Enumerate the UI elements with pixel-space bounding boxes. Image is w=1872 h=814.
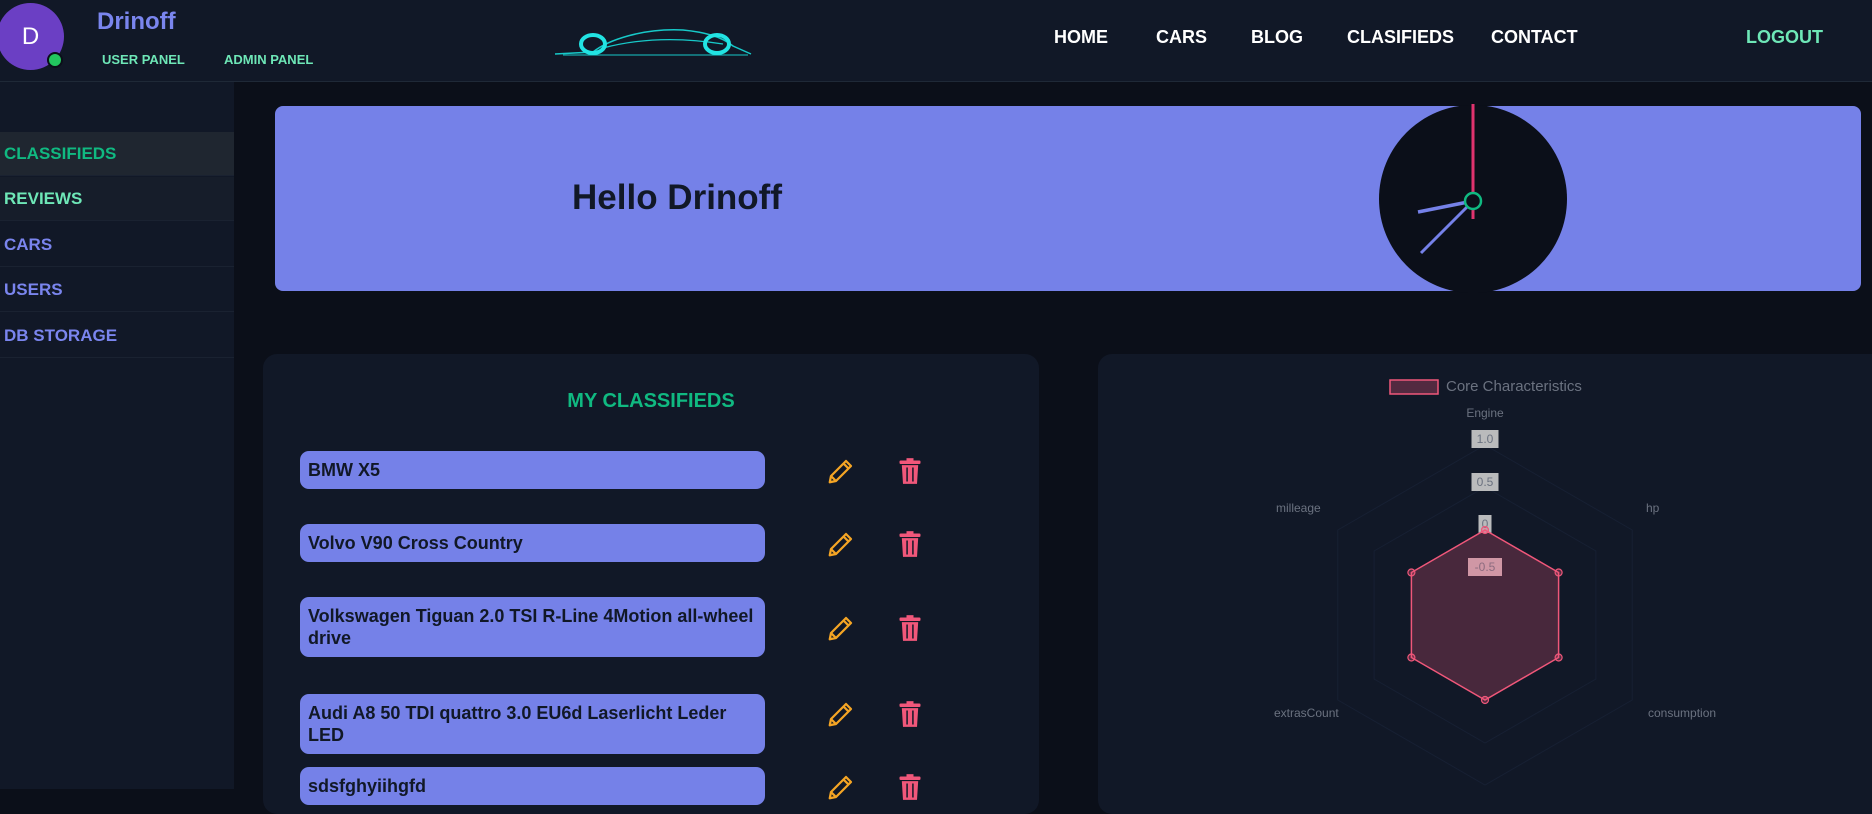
sidebar-item-db-storage[interactable]: DB STORAGE xyxy=(0,314,234,358)
sidebar-item-reviews[interactable]: REVIEWS xyxy=(0,177,234,221)
classified-item[interactable]: Volkswagen Tiguan 2.0 TSI R-Line 4Motion… xyxy=(300,597,765,657)
classified-item[interactable]: Audi A8 50 TDI quattro 3.0 EU6d Laserlic… xyxy=(300,694,765,754)
radar-tick-label: 1.0 xyxy=(1471,430,1499,448)
pencil-icon[interactable] xyxy=(826,613,856,643)
sidebar-item-cars[interactable]: CARS xyxy=(0,223,234,267)
top-navbar: D Drinoff USER PANEL ADMIN PANEL HOME CA… xyxy=(0,0,1872,82)
nav-contact[interactable]: CONTACT xyxy=(1491,27,1578,48)
pencil-icon[interactable] xyxy=(826,456,856,486)
trash-icon[interactable] xyxy=(896,530,924,558)
greeting-banner xyxy=(275,106,1861,291)
radar-axis-label: Engine xyxy=(1466,406,1504,420)
avatar-letter: D xyxy=(21,22,40,50)
nav-blog[interactable]: BLOG xyxy=(1251,27,1303,48)
radar-point xyxy=(1480,525,1490,535)
online-status-indicator xyxy=(47,52,63,68)
radar-axis-label: extrasCount xyxy=(1274,706,1339,720)
trash-icon[interactable] xyxy=(896,773,924,801)
trash-icon[interactable] xyxy=(896,457,924,485)
radar-chart: Core Characteristics Engine hp consumption… xyxy=(1274,378,1716,786)
radar-point xyxy=(1480,695,1490,705)
radar-series-area xyxy=(1410,529,1560,701)
svg-text:0.5: 0.5 xyxy=(1477,475,1494,489)
trash-icon[interactable] xyxy=(896,614,924,642)
nav-clasifieds[interactable]: CLASIFIEDS xyxy=(1347,27,1454,48)
radar-point xyxy=(1554,568,1563,577)
logout-link[interactable]: LOGOUT xyxy=(1746,27,1823,48)
radar-axis-label: consumption xyxy=(1648,706,1716,720)
radar-point xyxy=(1407,653,1416,662)
radar-tick-label: 0.5 xyxy=(1471,473,1499,491)
classified-item[interactable]: sdsfghyiihgfd xyxy=(300,767,765,805)
nav-cars[interactable]: CARS xyxy=(1156,27,1207,48)
car-logo-icon[interactable] xyxy=(553,18,753,58)
pencil-icon[interactable] xyxy=(826,772,856,802)
radar-point xyxy=(1407,568,1416,577)
legend-label: Core Characteristics xyxy=(1446,378,1582,395)
my-classifieds-title: MY CLASSIFIEDS xyxy=(567,390,735,412)
sidebar: CLASSIFIEDS REVIEWS CARS USERS DB STORAG… xyxy=(0,82,234,789)
radar-axis-label: milleage xyxy=(1276,501,1321,515)
radar-axis-label: hp xyxy=(1646,501,1660,515)
greeting-text: Hello Drinoff xyxy=(572,178,782,217)
classified-item[interactable]: BMW X5 xyxy=(300,451,765,489)
radar-series xyxy=(1407,525,1563,705)
radar-point xyxy=(1554,653,1563,662)
pencil-icon[interactable] xyxy=(826,699,856,729)
legend-swatch xyxy=(1389,379,1439,395)
nav-home[interactable]: HOME xyxy=(1054,27,1108,48)
admin-panel-link[interactable]: ADMIN PANEL xyxy=(224,52,313,67)
sidebar-item-classifieds[interactable]: CLASSIFIEDS xyxy=(0,132,234,176)
user-panel-link[interactable]: USER PANEL xyxy=(102,52,185,67)
svg-text:1.0: 1.0 xyxy=(1477,432,1494,446)
classified-item[interactable]: Volvo V90 Cross Country xyxy=(300,524,765,562)
username: Drinoff xyxy=(97,8,176,35)
pencil-icon[interactable] xyxy=(826,529,856,559)
trash-icon[interactable] xyxy=(896,700,924,728)
sidebar-item-users[interactable]: USERS xyxy=(0,268,234,312)
clock-icon xyxy=(1379,104,1567,293)
